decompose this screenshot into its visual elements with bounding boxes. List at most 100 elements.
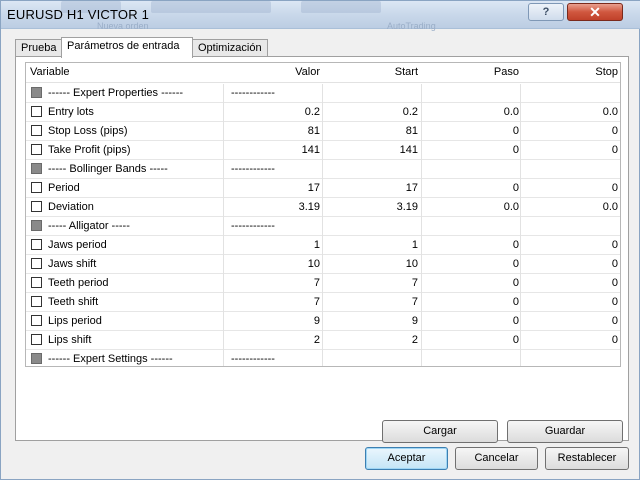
column-header-start[interactable]: Start: [324, 66, 418, 78]
tab-parametros-de-entrada[interactable]: Parámetros de entrada: [61, 37, 193, 58]
cell-start[interactable]: 0.2: [324, 106, 418, 118]
table-row[interactable]: ------ Expert Settings ------ -----------…: [26, 350, 620, 366]
row-checkbox[interactable]: [31, 353, 42, 364]
row-checkbox[interactable]: [31, 239, 42, 250]
aceptar-button[interactable]: Aceptar: [365, 447, 448, 470]
cell-start[interactable]: 17: [324, 182, 418, 194]
close-button[interactable]: ✕: [567, 3, 623, 21]
cell-stop[interactable]: 0: [520, 239, 618, 251]
cell-start[interactable]: 7: [324, 296, 418, 308]
row-checkbox[interactable]: [31, 201, 42, 212]
help-button[interactable]: ?: [528, 3, 564, 21]
cell-start[interactable]: 7: [324, 277, 418, 289]
cell-valor[interactable]: 1: [224, 239, 320, 251]
row-checkbox[interactable]: [31, 163, 42, 174]
parameters-table[interactable]: Variable Valor Start Paso Stop ------ Ex…: [25, 62, 621, 367]
row-checkbox[interactable]: [31, 296, 42, 307]
tab-prueba[interactable]: Prueba: [15, 39, 62, 57]
cell-valor[interactable]: 7: [224, 296, 320, 308]
cell-paso[interactable]: 0: [423, 144, 519, 156]
table-row[interactable]: Teeth period 7 7 0 0: [26, 274, 620, 293]
cell-stop[interactable]: 0: [520, 334, 618, 346]
cell-paso[interactable]: 0: [423, 277, 519, 289]
table-row[interactable]: Period 17 17 0 0: [26, 179, 620, 198]
row-checkbox[interactable]: [31, 144, 42, 155]
column-divider: [520, 198, 521, 217]
cell-start[interactable]: 1: [324, 239, 418, 251]
column-divider: [223, 122, 224, 141]
cell-valor[interactable]: 10: [224, 258, 320, 270]
table-row[interactable]: Stop Loss (pips) 81 81 0 0: [26, 122, 620, 141]
cell-paso[interactable]: 0: [423, 258, 519, 270]
table-row[interactable]: ----- Bollinger Bands ----- ------------: [26, 160, 620, 179]
cell-stop[interactable]: 0: [520, 296, 618, 308]
cell-valor[interactable]: 7: [224, 277, 320, 289]
cell-valor[interactable]: ------------: [231, 353, 275, 365]
cell-start[interactable]: 3.19: [324, 201, 418, 213]
table-row[interactable]: Teeth shift 7 7 0 0: [26, 293, 620, 312]
table-row[interactable]: Lips shift 2 2 0 0: [26, 331, 620, 350]
row-checkbox[interactable]: [31, 106, 42, 117]
cell-valor[interactable]: 3.19: [224, 201, 320, 213]
column-header-variable[interactable]: Variable: [30, 66, 70, 78]
restablecer-button[interactable]: Restablecer: [545, 447, 629, 470]
cell-valor[interactable]: 17: [224, 182, 320, 194]
cell-start[interactable]: 10: [324, 258, 418, 270]
row-checkbox[interactable]: [31, 277, 42, 288]
row-checkbox[interactable]: [31, 125, 42, 136]
cancelar-button[interactable]: Cancelar: [455, 447, 538, 470]
cell-start[interactable]: 2: [324, 334, 418, 346]
cargar-button[interactable]: Cargar: [382, 420, 498, 443]
column-header-valor[interactable]: Valor: [224, 66, 320, 78]
column-header-stop[interactable]: Stop: [520, 66, 618, 78]
cell-valor[interactable]: 0.2: [224, 106, 320, 118]
cell-valor[interactable]: ------------: [231, 163, 275, 175]
table-row[interactable]: Lips period 9 9 0 0: [26, 312, 620, 331]
cell-stop[interactable]: 0: [520, 315, 618, 327]
cell-paso[interactable]: 0: [423, 182, 519, 194]
row-checkbox[interactable]: [31, 258, 42, 269]
cell-paso[interactable]: 0: [423, 296, 519, 308]
cell-stop[interactable]: 0: [520, 258, 618, 270]
cell-start[interactable]: 9: [324, 315, 418, 327]
cell-valor[interactable]: 9: [224, 315, 320, 327]
row-checkbox[interactable]: [31, 182, 42, 193]
row-checkbox[interactable]: [31, 315, 42, 326]
table-row[interactable]: Take Profit (pips) 141 141 0 0: [26, 141, 620, 160]
cell-paso[interactable]: 0: [423, 334, 519, 346]
cell-paso[interactable]: 0: [423, 239, 519, 251]
cell-stop[interactable]: 0: [520, 277, 618, 289]
cell-stop[interactable]: 0: [520, 125, 618, 137]
cell-valor[interactable]: 141: [224, 144, 320, 156]
cell-stop[interactable]: 0.0: [520, 201, 618, 213]
column-divider: [322, 103, 323, 122]
table-row[interactable]: ------ Expert Properties ------ ---------…: [26, 84, 620, 103]
cell-valor[interactable]: ------------: [231, 87, 275, 99]
title-bar[interactable]: Nueva orden AutoTrading EURUSD H1 VICTOR…: [1, 1, 640, 31]
cell-paso[interactable]: 0.0: [423, 201, 519, 213]
cell-stop[interactable]: 0.0: [520, 106, 618, 118]
row-checkbox[interactable]: [31, 220, 42, 231]
cell-paso[interactable]: 0: [423, 315, 519, 327]
cell-start[interactable]: 81: [324, 125, 418, 137]
column-divider: [421, 141, 422, 160]
cell-stop[interactable]: 0: [520, 182, 618, 194]
cell-paso[interactable]: 0.0: [423, 106, 519, 118]
cell-valor[interactable]: ------------: [231, 220, 275, 232]
tab-optimizacion[interactable]: Optimización: [192, 39, 268, 57]
cell-valor[interactable]: 2: [224, 334, 320, 346]
cell-paso[interactable]: 0: [423, 125, 519, 137]
table-row[interactable]: Jaws shift 10 10 0 0: [26, 255, 620, 274]
table-row[interactable]: Jaws period 1 1 0 0: [26, 236, 620, 255]
table-row[interactable]: Entry lots 0.2 0.2 0.0 0.0: [26, 103, 620, 122]
cell-start[interactable]: 141: [324, 144, 418, 156]
guardar-button[interactable]: Guardar: [507, 420, 623, 443]
table-row[interactable]: Deviation 3.19 3.19 0.0 0.0: [26, 198, 620, 217]
row-checkbox[interactable]: [31, 334, 42, 345]
row-checkbox[interactable]: [31, 87, 42, 98]
cell-valor[interactable]: 81: [224, 125, 320, 137]
column-header-paso[interactable]: Paso: [423, 66, 519, 78]
cell-variable: ------ Expert Properties ------: [48, 87, 184, 99]
table-row[interactable]: ----- Alligator ----- ------------: [26, 217, 620, 236]
cell-stop[interactable]: 0: [520, 144, 618, 156]
